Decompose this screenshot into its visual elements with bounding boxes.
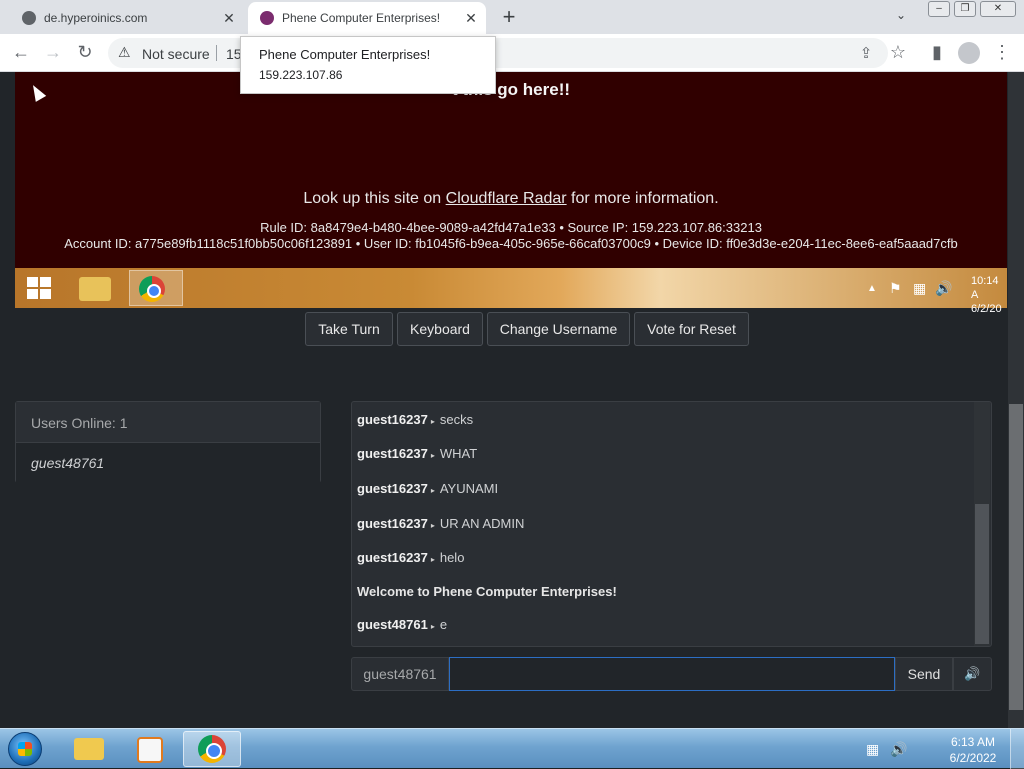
take-turn-button[interactable]: Take Turn: [305, 312, 393, 346]
change-username-button[interactable]: Change Username: [487, 312, 630, 346]
chat-username: guest16237: [357, 550, 428, 565]
chat-log[interactable]: guest16237 ▸ secks guest16237 ▸ WHAT guest16…: [351, 401, 992, 647]
tray-expand-icon[interactable]: ▲: [867, 283, 877, 294]
system-message: Welcome to Phene Computer Enterprises!: [357, 584, 617, 599]
vm-rule-line: Rule ID: 8a8479e4-b480-4bee-9089-a42fd47…: [260, 220, 762, 235]
network-icon[interactable]: ▦: [913, 280, 926, 297]
minimize-button[interactable]: –: [928, 1, 950, 17]
lookup-text-post: for more information.: [566, 190, 719, 207]
chat-username: guest16237: [357, 481, 428, 496]
clock-time: 6:13 AM: [950, 735, 996, 749]
chat-text: helo: [439, 550, 465, 565]
message-arrow-icon: ▸: [430, 417, 435, 426]
vm-heading: t this go here!!: [451, 80, 571, 99]
show-desktop-button[interactable]: [1010, 729, 1024, 769]
chat-username-label: guest48761: [351, 657, 449, 691]
chat-text: secks: [439, 412, 474, 427]
menu-icon[interactable]: ⋮: [991, 42, 1013, 63]
message-arrow-icon: ▸: [430, 521, 435, 530]
vote-reset-button[interactable]: Vote for Reset: [634, 312, 749, 346]
tab-title: de.hyperoinics.com: [44, 11, 148, 25]
side-panel-icon[interactable]: ▮: [926, 42, 948, 63]
page-scroll-thumb[interactable]: [1009, 404, 1023, 710]
message-arrow-icon: ▸: [430, 555, 435, 564]
forward-icon[interactable]: →: [42, 42, 64, 63]
chat-message: guest16237 ▸ AYUNAMI: [357, 481, 498, 496]
chat-input-group: guest48761 Send 🔊: [351, 657, 992, 691]
clock-date: 6/2/2022: [949, 751, 997, 765]
back-icon[interactable]: ←: [10, 42, 32, 63]
share-icon[interactable]: ⇪: [855, 44, 877, 62]
tab-hover-card: Phene Computer Enterprises! 159.223.107.…: [240, 36, 496, 94]
chat-message: guest16237 ▸ UR AN ADMIN: [357, 516, 524, 531]
message-arrow-icon: ▸: [430, 486, 435, 495]
users-online-panel: Users Online: 1 guest48761: [15, 401, 321, 483]
cloudflare-radar-link[interactable]: Cloudflare Radar: [446, 190, 567, 207]
lookup-text-pre: Look up this site on: [303, 190, 446, 207]
chat-text: AYUNAMI: [439, 481, 499, 496]
chat-username: guest16237: [357, 412, 428, 427]
close-window-button[interactable]: ✕: [980, 1, 1016, 17]
profile-avatar[interactable]: [958, 42, 980, 64]
chat-text: e: [439, 617, 448, 632]
start-orb-icon[interactable]: [8, 732, 42, 766]
address-bar[interactable]: ⚠ Not secure 15: [108, 38, 888, 68]
flag-icon[interactable]: ⚑: [889, 280, 902, 297]
chat-scroll-thumb[interactable]: [975, 504, 989, 644]
tab-search-icon[interactable]: ⌄: [896, 8, 906, 22]
message-arrow-icon: ▸: [430, 451, 435, 460]
hover-card-url: 159.223.107.86: [259, 68, 343, 82]
chrome-icon: [198, 735, 226, 763]
keyboard-button[interactable]: Keyboard: [397, 312, 483, 346]
send-button[interactable]: Send: [895, 657, 953, 691]
chrome-icon[interactable]: [139, 276, 165, 302]
restore-button[interactable]: ❐: [954, 1, 976, 17]
vm-clock[interactable]: 10:14 A 6/2/20: [971, 274, 1007, 316]
host-taskbar: ▦ 🔊 6:13 AM 6/2/2022: [0, 728, 1024, 769]
media-player-icon: [137, 737, 163, 763]
user-list-item[interactable]: guest48761: [16, 443, 320, 483]
vm-lookup-line: Look up this site on Cloudflare Radar fo…: [15, 190, 1007, 208]
bookmark-star-icon[interactable]: ☆: [887, 42, 909, 63]
tab-strip: de.hyperoinics.com ✕ Phene Computer Ente…: [0, 0, 1024, 34]
divider: [216, 45, 217, 61]
vm-taskbar[interactable]: ▲ ⚑ ▦ 🔊 10:14 A 6/2/20: [15, 268, 1007, 315]
file-explorer-icon[interactable]: [79, 277, 111, 301]
browser-toolbar: ← → ↻ ⚠ Not secure 15 ⇪ ☆ ▮ ⋮: [0, 34, 1024, 72]
vm-date: 6/2/20: [971, 303, 1002, 315]
tab-title: Phene Computer Enterprises!: [282, 11, 441, 25]
message-arrow-icon: ▸: [430, 622, 435, 631]
volume-icon[interactable]: 🔊: [890, 741, 907, 758]
close-tab-icon[interactable]: ✕: [220, 10, 238, 27]
vm-time: 10:14 A: [971, 275, 999, 301]
globe-icon: [22, 11, 36, 25]
folder-icon: [74, 738, 104, 760]
chat-message: guest16237 ▸ secks: [357, 412, 473, 427]
chat-text: WHAT: [439, 446, 478, 461]
chat-message: guest16237 ▸ helo: [357, 550, 464, 565]
hover-card-title: Phene Computer Enterprises!: [259, 47, 431, 62]
volume-icon[interactable]: 🔊: [935, 280, 952, 297]
chat-message: guest48761 ▸ e: [357, 617, 447, 632]
chat-username: guest16237: [357, 446, 428, 461]
not-secure-label[interactable]: Not secure: [142, 46, 210, 62]
site-favicon-icon: [260, 11, 274, 25]
chat-username: guest48761: [357, 617, 428, 632]
vm-account-line: Account ID: a775e89fb1118c51f0bb50c06f12…: [64, 236, 958, 251]
warning-icon[interactable]: ⚠: [118, 44, 131, 61]
users-online-header: Users Online: 1: [16, 402, 320, 443]
tab-de-hyperoinics[interactable]: de.hyperoinics.com ✕: [8, 2, 244, 34]
system-clock[interactable]: 6:13 AM 6/2/2022: [946, 734, 1000, 766]
chat-message-input[interactable]: [449, 657, 895, 691]
reload-icon[interactable]: ↻: [74, 42, 96, 63]
close-tab-icon[interactable]: ✕: [462, 10, 480, 27]
chat-username: guest16237: [357, 516, 428, 531]
volume-toggle-icon[interactable]: 🔊: [953, 657, 992, 691]
windows-start-icon[interactable]: [27, 277, 51, 299]
tab-phene[interactable]: Phene Computer Enterprises! ✕: [248, 2, 486, 34]
chat-message: guest16237 ▸ WHAT: [357, 446, 477, 461]
network-icon[interactable]: ▦: [866, 741, 879, 758]
chat-text: UR AN ADMIN: [439, 516, 525, 531]
new-tab-icon[interactable]: +: [498, 4, 520, 30]
